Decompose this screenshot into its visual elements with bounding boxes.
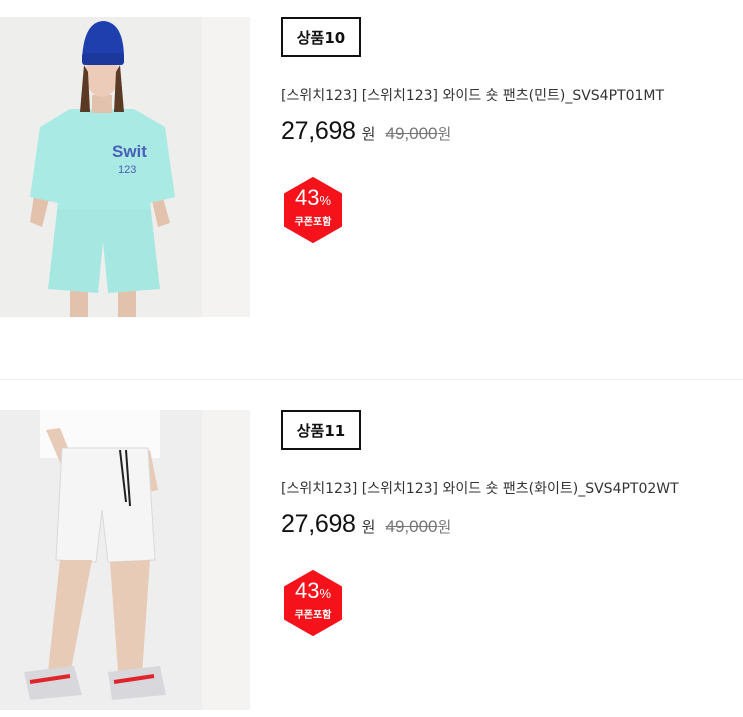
price-row: 27,698 원 49,000 원 (281, 510, 451, 544)
svg-text:123: 123 (118, 164, 136, 176)
original-price-currency: 원 (437, 125, 452, 143)
product-title[interactable]: [스위치123] [스위치123] 와이드 숏 팬츠(화이트)_SVS4PT02… (281, 478, 679, 498)
original-price-currency: 원 (437, 518, 452, 536)
sale-price: 27,698 (281, 117, 356, 145)
coupon-discount-badge: 43% 쿠폰포함 (280, 177, 346, 243)
product-number-badge: 상품10 (281, 17, 361, 57)
sale-price: 27,698 (281, 510, 356, 538)
price-row: 27,698 원 49,000 원 (281, 117, 451, 151)
product-number-badge: 상품11 (281, 410, 361, 450)
product-photo (0, 410, 202, 710)
product-title[interactable]: [스위치123] [스위치123] 와이드 숏 팬츠(민트)_SVS4PT01M… (281, 85, 664, 105)
svg-text:Swit: Swit (112, 142, 147, 161)
sale-price-currency: 원 (361, 518, 376, 536)
discount-percent: 43% (294, 578, 332, 603)
coupon-label: 쿠폰포함 (294, 610, 332, 621)
original-price: 49,000 (385, 517, 438, 536)
coupon-discount-badge: 43% 쿠폰포함 (280, 570, 346, 636)
product-card[interactable]: Swit 123 상품10 [스위치123] [스위치123] 와이드 숏 팬츠… (0, 17, 743, 317)
sale-price-currency: 원 (361, 125, 376, 143)
product-image[interactable] (0, 410, 250, 710)
product-image[interactable]: Swit 123 (0, 17, 250, 317)
discount-percent: 43% (294, 185, 332, 210)
divider (0, 379, 743, 380)
coupon-label: 쿠폰포함 (294, 217, 332, 228)
original-price: 49,000 (385, 124, 438, 143)
product-card[interactable]: 상품11 [스위치123] [스위치123] 와이드 숏 팬츠(화이트)_SVS… (0, 410, 743, 710)
product-list: Swit 123 상품10 [스위치123] [스위치123] 와이드 숏 팬츠… (0, 0, 743, 717)
product-photo: Swit 123 (0, 17, 202, 317)
